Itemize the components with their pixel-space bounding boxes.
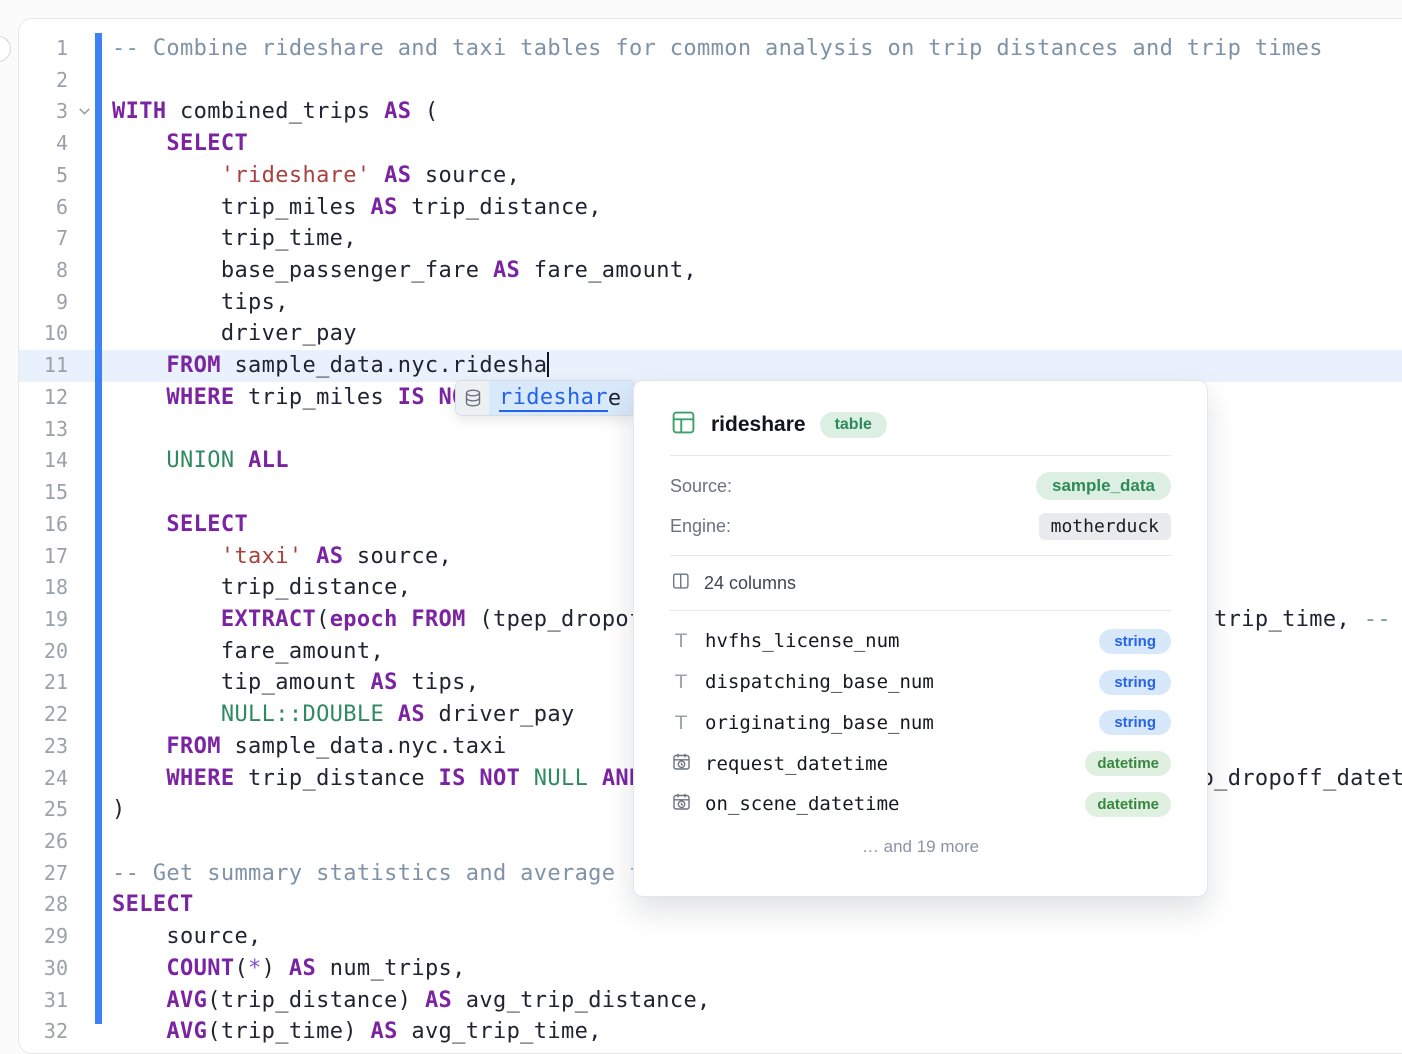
column-row: Tdispatching_base_num string: [670, 662, 1171, 703]
source-label: Source:: [670, 476, 732, 497]
column-type-badge: string: [1099, 710, 1171, 735]
column-name: request_datetime: [705, 753, 1072, 775]
autocomplete-rest-text: e: [608, 386, 622, 411]
code-line: -- Combine rideshare and taxi tables for…: [112, 33, 1402, 65]
code-line: source,: [112, 921, 1402, 953]
table-card-header: rideshare table: [670, 381, 1171, 443]
column-name: on_scene_datetime: [705, 793, 1072, 815]
line-number: 7: [18, 223, 68, 255]
column-name: hvfhs_license_num: [705, 630, 1086, 652]
autocomplete-popup: rideshare: [455, 380, 636, 416]
column-row: request_datetime datetime: [670, 743, 1171, 784]
line-number-gutter: 1234567891011121314151617181920212223242…: [18, 33, 68, 1048]
line-number: 11: [18, 350, 68, 382]
line-number: 24: [18, 763, 68, 795]
panel-edge-button[interactable]: [0, 36, 11, 62]
column-row: Thvfhs_license_num string: [670, 621, 1171, 662]
code-line: driver_pay: [112, 318, 1402, 350]
datetime-type-icon: [671, 751, 692, 777]
column-list: Thvfhs_license_numstringTdispatching_bas…: [670, 611, 1171, 825]
line-number: 12: [18, 382, 68, 414]
column-name: originating_base_num: [705, 712, 1086, 734]
string-type-icon: T: [675, 630, 687, 652]
engine-row: Engine: motherduck: [670, 506, 1171, 546]
code-line: trip_miles AS trip_distance,: [112, 192, 1402, 224]
line-number: 3: [18, 96, 68, 128]
engine-value-badge: motherduck: [1039, 513, 1171, 540]
line-number: 5: [18, 160, 68, 192]
source-value-badge: sample_data: [1036, 472, 1171, 500]
database-icon: [456, 381, 489, 415]
code-line: [112, 65, 1402, 97]
line-number: 30: [18, 953, 68, 985]
string-type-icon: T: [675, 712, 687, 734]
column-type-badge: datetime: [1085, 751, 1171, 776]
table-type-badge: table: [820, 412, 887, 438]
columns-icon: [670, 570, 692, 597]
source-row: Source: sample_data: [670, 466, 1171, 506]
line-number: 22: [18, 699, 68, 731]
code-line: COUNT(*) AS num_trips,: [112, 953, 1402, 985]
column-name: dispatching_base_num: [705, 671, 1086, 693]
code-line: tips,: [112, 287, 1402, 319]
code-line: WITH combined_trips AS (: [112, 96, 1402, 128]
line-number: 27: [18, 858, 68, 890]
line-number: 8: [18, 255, 68, 287]
datetime-type-icon: [671, 791, 692, 817]
line-number: 13: [18, 414, 68, 446]
more-columns-label: … and 19 more: [670, 825, 1171, 870]
line-number: 29: [18, 921, 68, 953]
column-type-badge: string: [1099, 670, 1171, 695]
columns-count-row: 24 columns: [670, 556, 1171, 610]
text-cursor: [547, 352, 549, 377]
column-type-badge: string: [1099, 629, 1171, 654]
line-number: 25: [18, 794, 68, 826]
line-number: 6: [18, 192, 68, 224]
line-number: 28: [18, 889, 68, 921]
line-number: 26: [18, 826, 68, 858]
table-info-card: rideshare table Source: sample_data Engi…: [633, 380, 1208, 897]
line-number: 18: [18, 572, 68, 604]
line-number: 17: [18, 541, 68, 573]
line-number: 31: [18, 985, 68, 1017]
line-number: 2: [18, 65, 68, 97]
code-line: FROM sample_data.nyc.ridesha: [112, 350, 1402, 382]
line-number: 21: [18, 667, 68, 699]
autocomplete-matched-text: rideshar: [499, 385, 608, 412]
autocomplete-item-rideshare[interactable]: rideshare: [489, 381, 635, 415]
line-number: 9: [18, 287, 68, 319]
line-number: 14: [18, 445, 68, 477]
line-number: 16: [18, 509, 68, 541]
code-line: trip_time,: [112, 223, 1402, 255]
cell-accent-bar: [95, 33, 102, 1024]
engine-label: Engine:: [670, 516, 731, 537]
table-name: rideshare: [711, 413, 806, 437]
line-number: 4: [18, 128, 68, 160]
line-number: 15: [18, 477, 68, 509]
line-number: 20: [18, 636, 68, 668]
columns-count-label: 24 columns: [704, 573, 796, 594]
code-line: 'rideshare' AS source,: [112, 160, 1402, 192]
line-number: 19: [18, 604, 68, 636]
line-number: 32: [18, 1016, 68, 1048]
code-line: SELECT: [112, 128, 1402, 160]
string-type-icon: T: [675, 671, 687, 693]
column-row: on_scene_datetime datetime: [670, 784, 1171, 825]
code-line: AVG(trip_time) AS avg_trip_time,: [112, 1016, 1402, 1048]
code-line: base_passenger_fare AS fare_amount,: [112, 255, 1402, 287]
line-number: 1: [18, 33, 68, 65]
column-type-badge: datetime: [1085, 792, 1171, 817]
line-number: 10: [18, 318, 68, 350]
line-number: 23: [18, 731, 68, 763]
column-row: Toriginating_base_num string: [670, 703, 1171, 744]
table-icon: [670, 409, 697, 441]
code-line: AVG(trip_distance) AS avg_trip_distance,: [112, 985, 1402, 1017]
fold-chevron-icon[interactable]: [76, 96, 92, 128]
